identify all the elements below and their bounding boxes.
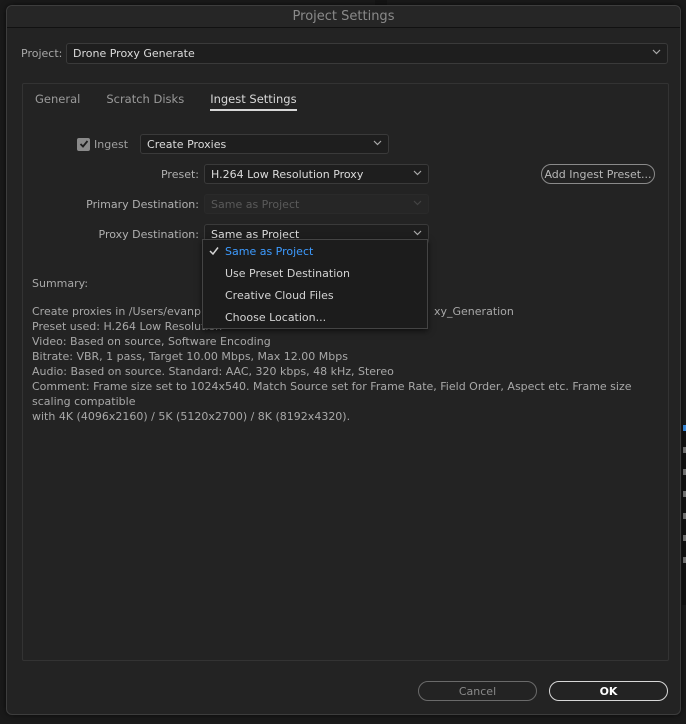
ingest-mode-select[interactable]: Create Proxies [140, 134, 390, 154]
menu-item-use-preset-destination[interactable]: Use Preset Destination [203, 262, 427, 284]
summary-line-tail: xy_Generation [434, 305, 514, 318]
tab-ingest-settings[interactable]: Ingest Settings [210, 92, 297, 111]
proxy-destination-label: Proxy Destination: [98, 227, 199, 241]
primary-destination-label: Primary Destination: [86, 197, 199, 211]
checkmark-icon [209, 246, 219, 259]
menu-item-choose-location[interactable]: Choose Location... [203, 306, 427, 328]
primary-destination-select: Same as Project [204, 194, 429, 214]
summary-line: Audio: Based on source. Standard: AAC, 3… [32, 365, 394, 378]
background-app-sliver [682, 425, 686, 605]
proxy-destination-menu: Same as Project Use Preset Destination C… [202, 239, 428, 329]
ingest-mode-value: Create Proxies [147, 137, 227, 151]
summary-line: Bitrate: VBR, 1 pass, Target 10.00 Mbps,… [32, 350, 348, 363]
ingest-checkbox[interactable] [77, 137, 90, 151]
primary-destination-value: Same as Project [211, 197, 300, 211]
chevron-down-icon [413, 198, 422, 206]
add-ingest-preset-button[interactable]: Add Ingest Preset... [541, 164, 655, 184]
summary-line: with 4K (4096x2160) / 5K (5120x2700) / 8… [32, 410, 351, 423]
menu-item-creative-cloud-files[interactable]: Creative Cloud Files [203, 284, 427, 306]
dialog-title: Project Settings [7, 6, 680, 28]
chevron-down-icon [413, 228, 422, 236]
menu-item-same-as-project[interactable]: Same as Project [203, 240, 427, 262]
chevron-down-icon [413, 168, 422, 176]
ingest-row: Ingest Create Proxies [77, 134, 390, 154]
primary-destination-row: Primary Destination: Same as Project [63, 194, 429, 214]
summary-line: Video: Based on source, Software Encodin… [32, 335, 271, 348]
checkmark-icon [79, 140, 88, 148]
chevron-down-icon [652, 47, 661, 55]
preset-label: Preset: [160, 167, 199, 181]
settings-panel: General Scratch Disks Ingest Settings In… [22, 83, 669, 661]
project-settings-dialog: Project Settings Project: Drone Proxy Ge… [6, 5, 681, 715]
project-select[interactable]: Drone Proxy Generate [66, 42, 668, 64]
tab-scratch-disks[interactable]: Scratch Disks [106, 92, 184, 111]
ok-button[interactable]: OK [549, 681, 668, 701]
chevron-down-icon [373, 138, 382, 146]
preset-row: Preset: H.264 Low Resolution Proxy [63, 164, 429, 184]
tab-bar: General Scratch Disks Ingest Settings [35, 92, 323, 111]
project-label: Project: [21, 46, 63, 60]
summary-line: Comment: Frame size set to 1024x540. Mat… [32, 380, 632, 408]
preset-select[interactable]: H.264 Low Resolution Proxy [204, 164, 429, 184]
tab-general[interactable]: General [35, 92, 80, 111]
cancel-button[interactable]: Cancel [418, 681, 537, 701]
project-row: Project: Drone Proxy Generate [21, 42, 668, 64]
preset-value: H.264 Low Resolution Proxy [211, 167, 364, 181]
ingest-label: Ingest [94, 137, 129, 151]
project-select-value: Drone Proxy Generate [73, 46, 195, 60]
